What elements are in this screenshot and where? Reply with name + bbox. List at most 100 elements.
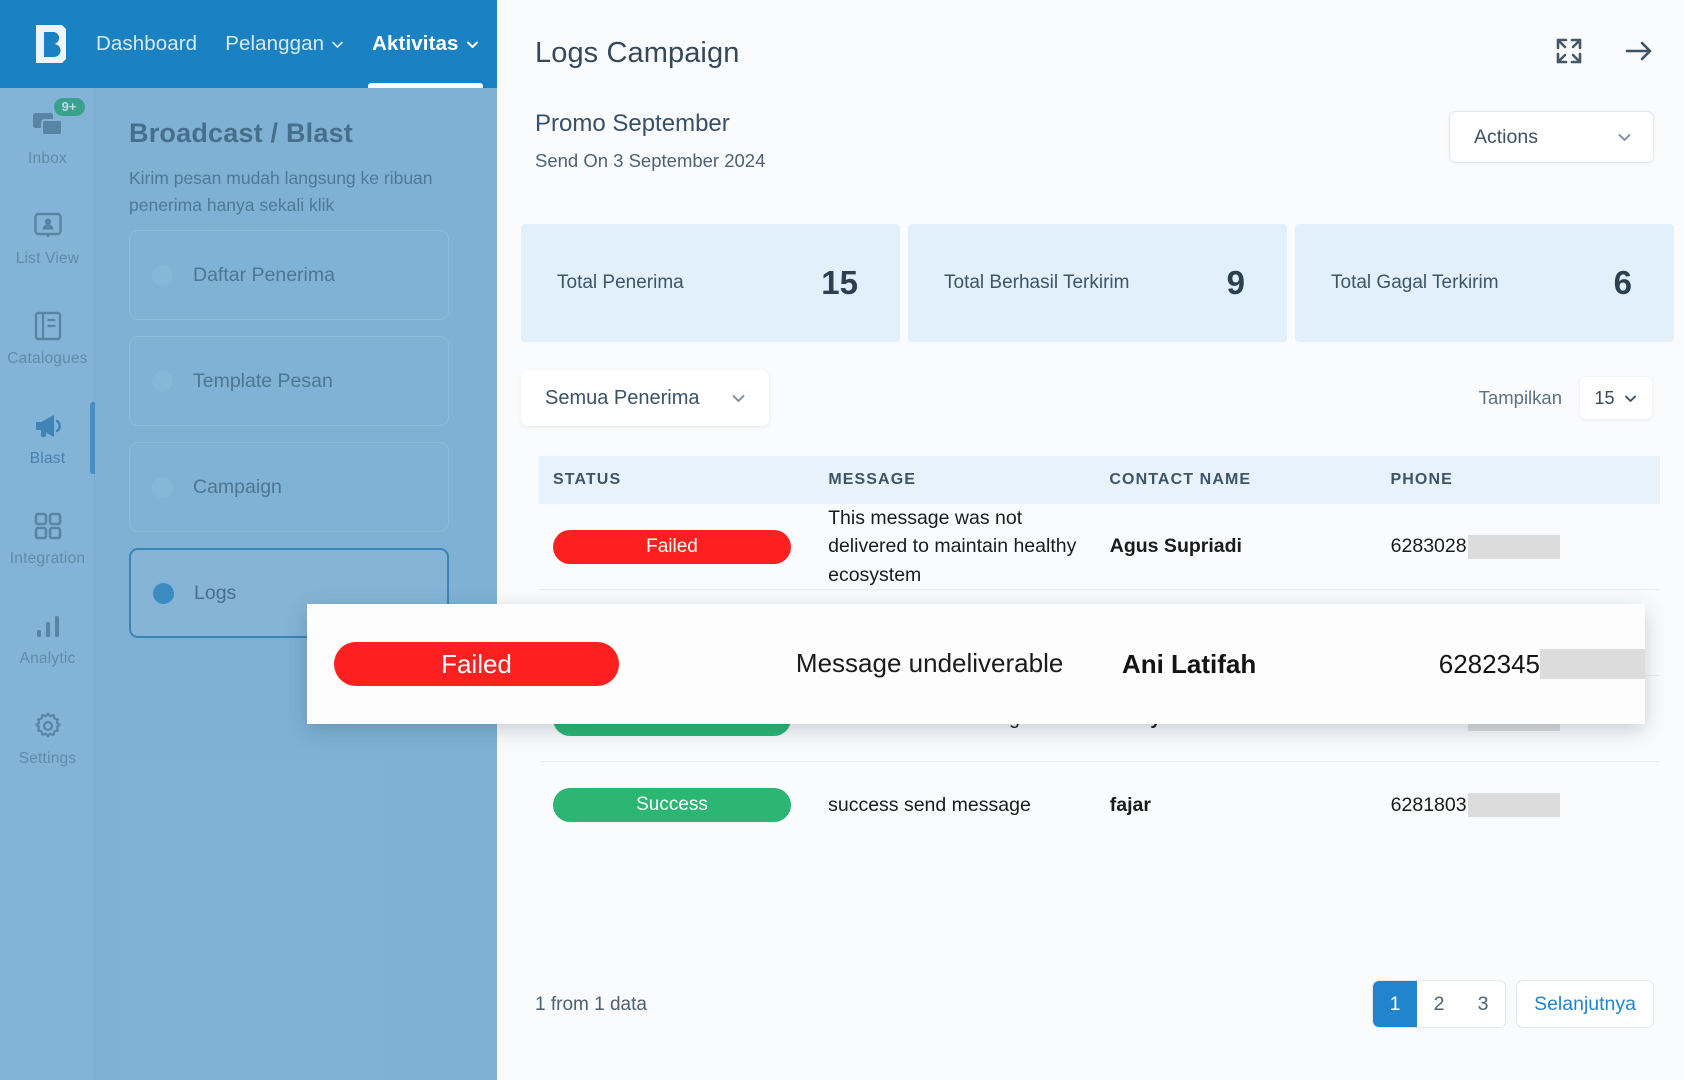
stat-cards: Total Penerima 15 Total Berhasil Terkiri…	[521, 224, 1674, 342]
overlay-status-badge: Failed	[334, 642, 619, 686]
overlay-cell-contact-name: Ani Latifah	[1121, 648, 1257, 679]
chevron-down-icon	[1623, 391, 1638, 406]
table-header-row: STATUS MESSAGE CONTACT NAME PHONE	[539, 456, 1660, 504]
overlay-cell-message: Message undeliverable	[795, 648, 1064, 679]
page-size-select[interactable]: 15	[1580, 377, 1652, 419]
chat-bubbles-icon: 9+	[31, 97, 85, 143]
nav-item-pelanggan[interactable]: Pelanggan	[225, 0, 344, 88]
contact-card-icon	[31, 209, 65, 243]
cell-contact-name: fajar	[1109, 793, 1151, 816]
bar-chart-icon	[31, 609, 65, 643]
sidebar-item-integration[interactable]: Integration	[0, 488, 95, 588]
actions-dropdown[interactable]: Actions	[1449, 111, 1654, 163]
page-title: Logs Campaign	[535, 37, 740, 69]
stat-label: Total Penerima	[557, 272, 684, 294]
overlay-cell-phone: 6282345	[1439, 649, 1645, 680]
panel-title: Broadcast / Blast	[129, 118, 353, 148]
table-footer: 1 from 1 data 1 2 3 Selanjutnya	[535, 980, 1660, 1040]
bullet-icon	[152, 476, 173, 498]
sidebar-item-list-view[interactable]: List View	[0, 188, 95, 288]
grid-squares-icon	[31, 509, 65, 543]
pagination: 1 2 3 Selanjutnya	[1372, 980, 1654, 1028]
phone-number: 6283028	[1390, 535, 1467, 557]
campaign-send-date: Send On 3 September 2024	[535, 150, 766, 171]
nav-label-dashboard: Dashboard	[96, 32, 198, 55]
status-badge: Success	[553, 788, 791, 822]
magnified-row-overlay: Failed Message undeliverable Ani Latifah…	[307, 604, 1645, 724]
page-size-value: 15	[1594, 387, 1615, 408]
actions-label: Actions	[1474, 125, 1538, 148]
filter-row: Semua Penerima Tampilkan 15	[521, 370, 1660, 426]
chevron-down-icon	[1616, 129, 1633, 146]
sidebar-item-analytic[interactable]: Analytic	[0, 588, 95, 688]
panel-item-label: Campaign	[193, 475, 282, 498]
sidebar-label-catalogues: Catalogues	[7, 349, 88, 367]
column-header-phone: PHONE	[1390, 471, 1453, 488]
sidebar-label-blast: Blast	[29, 449, 66, 467]
column-header-message: MESSAGE	[828, 471, 917, 488]
cell-status: Failed	[539, 529, 828, 564]
table-row[interactable]: Success success send message fajar 62818…	[539, 762, 1660, 848]
nav-label-aktivitas: Aktivitas	[372, 32, 459, 55]
column-header-status: STATUS	[553, 471, 622, 488]
header-icon-group	[1554, 36, 1654, 66]
chevron-down-icon	[466, 38, 479, 51]
stat-value: 15	[821, 264, 858, 301]
panel-item-label: Template Pesan	[193, 369, 333, 392]
panel-item-label: Daftar Penerima	[193, 263, 335, 286]
chevron-down-icon	[730, 390, 747, 407]
cell-message: This message was not delivered to mainta…	[828, 507, 1077, 586]
cell-message: success send message	[828, 793, 1031, 816]
top-navbar: Dashboard Pelanggan Aktivitas S	[0, 0, 497, 88]
main-content: Logs Campaign Promo September Send On 3 …	[497, 0, 1684, 1080]
bullet-icon	[152, 370, 173, 392]
overlay-cell-status: Failed	[307, 642, 796, 686]
overlay-phone-number: 6282345	[1438, 648, 1540, 679]
brand-b-logo-icon[interactable]	[32, 23, 70, 65]
panel-subtitle: Kirim pesan mudah langsung ke ribuan pen…	[129, 168, 433, 215]
chevron-down-icon	[331, 38, 344, 51]
sidebar-item-catalogues[interactable]: Catalogues	[0, 288, 95, 388]
sidebar-label-settings: Settings	[18, 749, 77, 767]
redaction-bar	[1467, 793, 1560, 817]
panel-item-label: Logs	[194, 581, 237, 604]
bullet-icon	[152, 264, 173, 286]
arrow-right-icon[interactable]	[1624, 36, 1654, 66]
sidebar-label-analytic: Analytic	[19, 649, 76, 667]
page-number-group: 1 2 3	[1372, 980, 1507, 1028]
redaction-bar	[1467, 534, 1560, 559]
page-button-1[interactable]: 1	[1373, 981, 1418, 1027]
recipient-filter-select[interactable]: Semua Penerima	[521, 370, 769, 426]
fullscreen-expand-icon[interactable]	[1554, 36, 1584, 66]
recipient-filter-value: Semua Penerima	[545, 386, 700, 409]
stat-value: 9	[1226, 264, 1245, 301]
cell-contact-name: Agus Supriadi	[1109, 535, 1242, 557]
page-size-label: Tampilkan	[1478, 387, 1562, 408]
phone-number: 6281803	[1390, 793, 1467, 816]
panel-item-template-pesan[interactable]: Template Pesan	[129, 336, 449, 426]
stat-card-total-berhasil: Total Berhasil Terkirim 9	[908, 224, 1287, 342]
sidebar-label-list-view: List View	[15, 249, 80, 267]
page-button-3[interactable]: 3	[1461, 981, 1505, 1027]
results-summary: 1 from 1 data	[535, 994, 647, 1015]
megaphone-icon	[31, 409, 65, 443]
page-button-2[interactable]: 2	[1417, 981, 1461, 1027]
table-row[interactable]: Failed This message was not delivered to…	[539, 504, 1660, 590]
panel-item-campaign[interactable]: Campaign	[129, 442, 449, 532]
inbox-badge: 9+	[53, 97, 85, 116]
panel-item-daftar-penerima[interactable]: Daftar Penerima	[129, 230, 449, 320]
sidebar-item-blast[interactable]: Blast	[0, 388, 95, 488]
column-header-contact-name: CONTACT NAME	[1109, 471, 1252, 488]
bullet-icon	[153, 582, 174, 604]
panel-menu-list: Daftar Penerima Template Pesan Campaign …	[129, 230, 449, 654]
sidebar-label-inbox: Inbox	[28, 149, 67, 167]
cell-status: Success	[539, 788, 828, 822]
stat-label: Total Berhasil Terkirim	[944, 272, 1130, 294]
nav-item-dashboard[interactable]: Dashboard	[96, 0, 197, 88]
broadcast-panel: Broadcast / Blast Kirim pesan mudah lang…	[95, 88, 497, 1080]
sidebar-item-inbox[interactable]: 9+ Inbox	[0, 88, 95, 188]
page-size-control: Tampilkan 15	[1479, 370, 1652, 426]
sidebar-item-settings[interactable]: Settings	[0, 688, 95, 788]
next-page-button[interactable]: Selanjutnya	[1516, 980, 1654, 1028]
nav-item-aktivitas[interactable]: Aktivitas	[368, 0, 483, 88]
